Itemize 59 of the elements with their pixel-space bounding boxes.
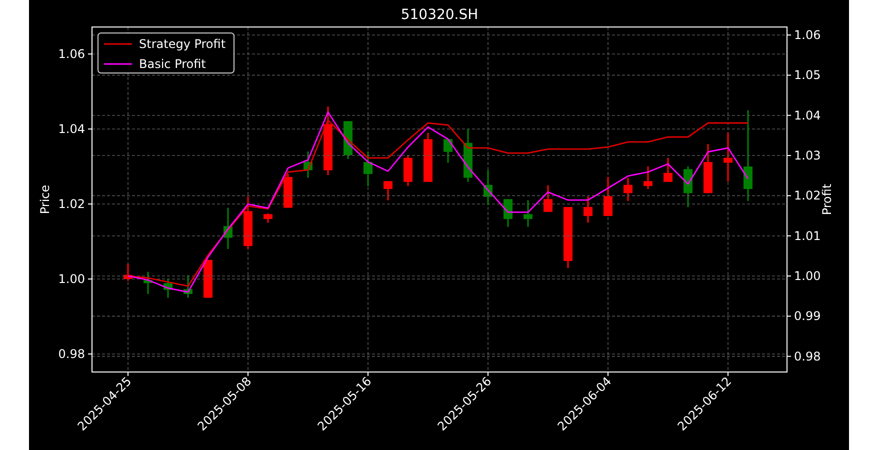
y2-tick-label: 1.03 (794, 148, 821, 163)
tick-mark (88, 128, 92, 130)
y2-tick-label: 1.00 (794, 269, 821, 283)
y2-tick-label: 1.02 (794, 188, 821, 203)
candle (224, 208, 232, 249)
tick-mark (786, 74, 792, 76)
candle (504, 199, 512, 227)
tick-mark (786, 114, 792, 116)
legend-label: Strategy Profit (139, 37, 226, 51)
y-tick-label: 1.06 (58, 47, 85, 61)
candle (624, 178, 632, 201)
candle (284, 174, 292, 208)
candle (444, 139, 452, 163)
y-tick-label: 1.00 (58, 272, 85, 286)
tick-mark (786, 155, 792, 156)
candle (324, 106, 332, 176)
tick-mark (786, 316, 792, 317)
candle (484, 170, 492, 206)
y2-axis-label: Profit (820, 184, 834, 216)
candle (524, 200, 532, 227)
tick-mark (786, 235, 792, 236)
tick-mark (786, 34, 792, 36)
candle (364, 152, 372, 186)
y2-tick-label: 0.98 (794, 349, 821, 364)
candle (204, 260, 212, 298)
candle (644, 166, 652, 189)
candle (544, 185, 552, 212)
candle (184, 275, 192, 298)
y-axis-label: Price (38, 184, 52, 214)
y-tick-label: 1.04 (58, 122, 85, 136)
legend-label: Basic Profit (139, 57, 206, 71)
tick-mark (88, 278, 92, 280)
candle (584, 196, 592, 223)
candle (164, 279, 172, 298)
candle (124, 264, 132, 281)
y2-tick-label: 1.06 (794, 28, 821, 42)
candle (564, 207, 572, 268)
y2-tick-label: 1.01 (794, 228, 821, 243)
candle (304, 152, 312, 178)
candle (424, 132, 432, 182)
y2-tick-label: 1.04 (794, 108, 821, 122)
candle (704, 144, 712, 194)
tick-mark (786, 195, 792, 196)
candle (464, 129, 472, 182)
tick-mark (786, 356, 792, 357)
candle (724, 132, 732, 182)
candle (604, 177, 612, 216)
candle (244, 196, 252, 249)
y-tick-label: 0.98 (58, 347, 85, 361)
y2-tick-label: 1.05 (794, 68, 821, 82)
candle (144, 272, 152, 294)
candle (264, 213, 272, 223)
candle (384, 181, 392, 200)
candle (684, 166, 692, 207)
candle (404, 155, 412, 186)
y2-tick-label: 0.99 (794, 309, 821, 324)
candle (664, 158, 672, 182)
y-tick-label: 1.02 (58, 197, 85, 211)
chart-title: 510320.SH (400, 7, 478, 23)
